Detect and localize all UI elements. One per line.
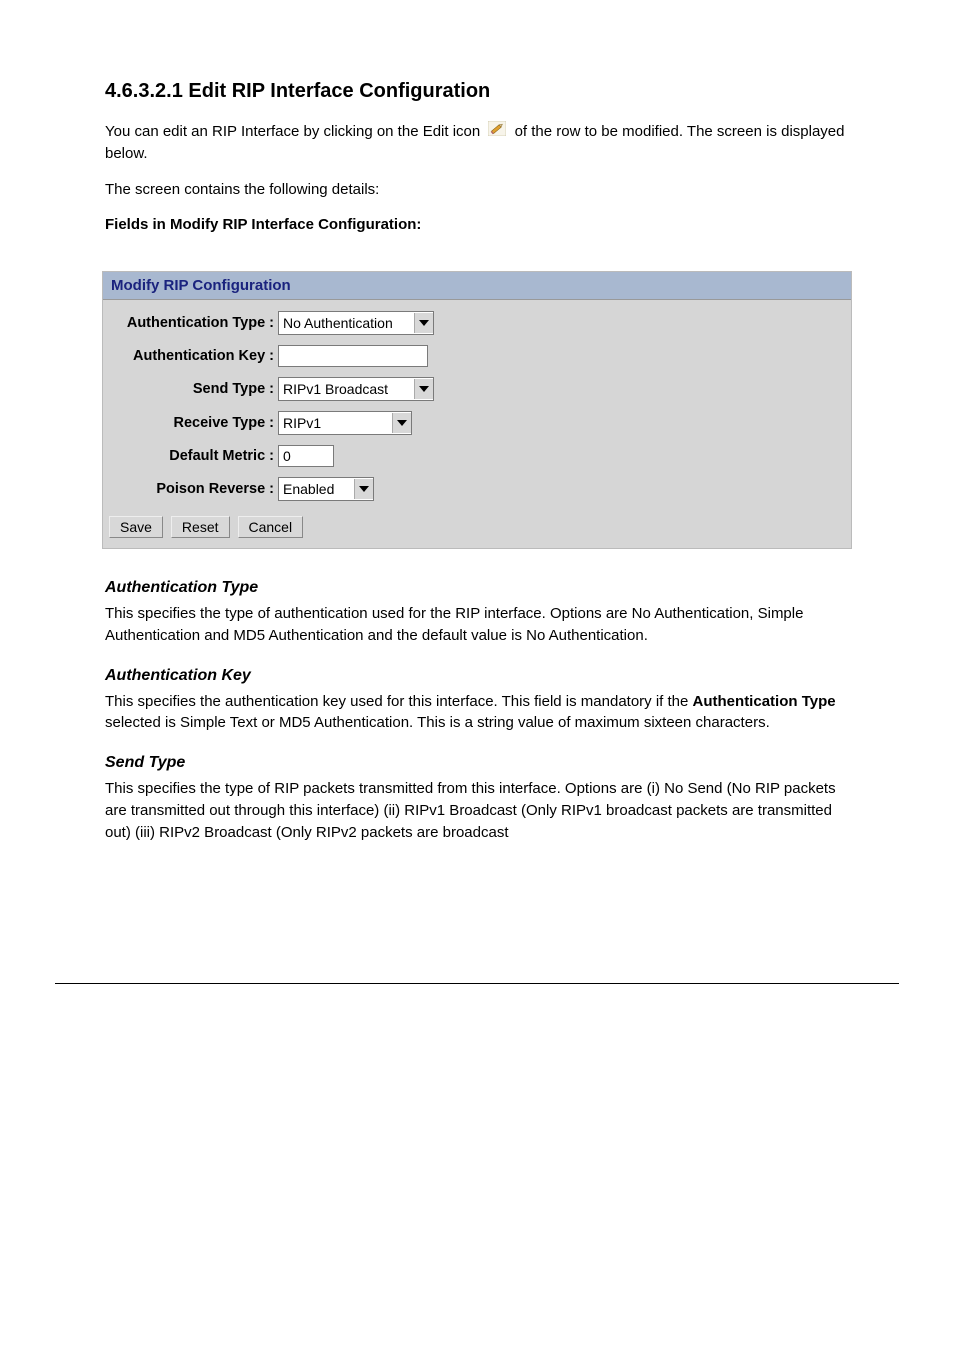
doc-auth-type-title: Authentication Type <box>105 579 849 597</box>
label-auth-key: Authentication Key : <box>111 348 278 364</box>
send-type-select[interactable]: RIPv1 Broadcast <box>278 377 434 401</box>
doc-send-type-body: This specifies the type of RIP packets t… <box>105 778 849 843</box>
doc-send-type-title: Send Type <box>105 754 849 772</box>
row-auth-type: Authentication Type : No Authentication <box>103 306 851 340</box>
label-receive-type: Receive Type : <box>111 415 278 431</box>
doc-auth-key-suffix: selected is Simple Text or MD5 Authentic… <box>105 714 770 731</box>
poison-reverse-value: Enabled <box>283 481 338 497</box>
doc-auth-key-title: Authentication Key <box>105 667 849 685</box>
intro-paragraph: You can edit an RIP Interface by clickin… <box>105 121 849 165</box>
page-rule <box>55 983 899 984</box>
doc-auth-type-body: This specifies the type of authenticatio… <box>105 603 849 647</box>
row-send-type: Send Type : RIPv1 Broadcast <box>103 372 851 406</box>
dropdown-icon <box>414 313 433 333</box>
row-poison-reverse: Poison Reverse : Enabled <box>103 472 851 506</box>
save-button[interactable]: Save <box>109 516 163 538</box>
modify-rip-config-panel: Modify RIP Configuration Authentication … <box>102 271 852 549</box>
default-metric-input[interactable] <box>278 445 334 467</box>
button-row: Save Reset Cancel <box>103 508 851 548</box>
doc-auth-key-body: This specifies the authentication key us… <box>105 691 849 735</box>
cancel-button[interactable]: Cancel <box>238 516 304 538</box>
dropdown-icon <box>392 413 411 433</box>
auth-type-select[interactable]: No Authentication <box>278 311 434 335</box>
doc-auth-key-bold: Authentication Type <box>693 693 836 710</box>
intro-prefix: You can edit an RIP Interface by clickin… <box>105 123 484 140</box>
reset-button[interactable]: Reset <box>171 516 230 538</box>
section-title: 4.6.3.2.1 Edit RIP Interface Configurati… <box>105 80 849 103</box>
receive-type-value: RIPv1 <box>283 415 325 431</box>
doc-auth-key: Authentication Key This specifies the au… <box>105 667 849 735</box>
doc-auth-type: Authentication Type This specifies the t… <box>105 579 849 647</box>
row-default-metric: Default Metric : <box>103 440 851 472</box>
send-type-value: RIPv1 Broadcast <box>283 381 392 397</box>
doc-auth-key-prefix: This specifies the authentication key us… <box>105 693 693 710</box>
receive-type-select[interactable]: RIPv1 <box>278 411 412 435</box>
auth-key-input[interactable] <box>278 345 428 367</box>
fields-heading: Fields in Modify RIP Interface Configura… <box>105 214 849 236</box>
row-receive-type: Receive Type : RIPv1 <box>103 406 851 440</box>
label-auth-type: Authentication Type : <box>111 315 278 331</box>
poison-reverse-select[interactable]: Enabled <box>278 477 374 501</box>
panel-title: Modify RIP Configuration <box>103 272 851 300</box>
doc-send-type: Send Type This specifies the type of RIP… <box>105 754 849 843</box>
label-poison-reverse: Poison Reverse : <box>111 481 278 497</box>
row-auth-key: Authentication Key : <box>103 340 851 372</box>
field-desc-intro: The screen contains the following detail… <box>105 179 849 201</box>
auth-type-value: No Authentication <box>283 315 397 331</box>
label-default-metric: Default Metric : <box>111 448 278 464</box>
label-send-type: Send Type : <box>111 381 278 397</box>
dropdown-icon <box>414 379 433 399</box>
dropdown-icon <box>354 479 373 499</box>
pencil-icon <box>488 121 506 143</box>
